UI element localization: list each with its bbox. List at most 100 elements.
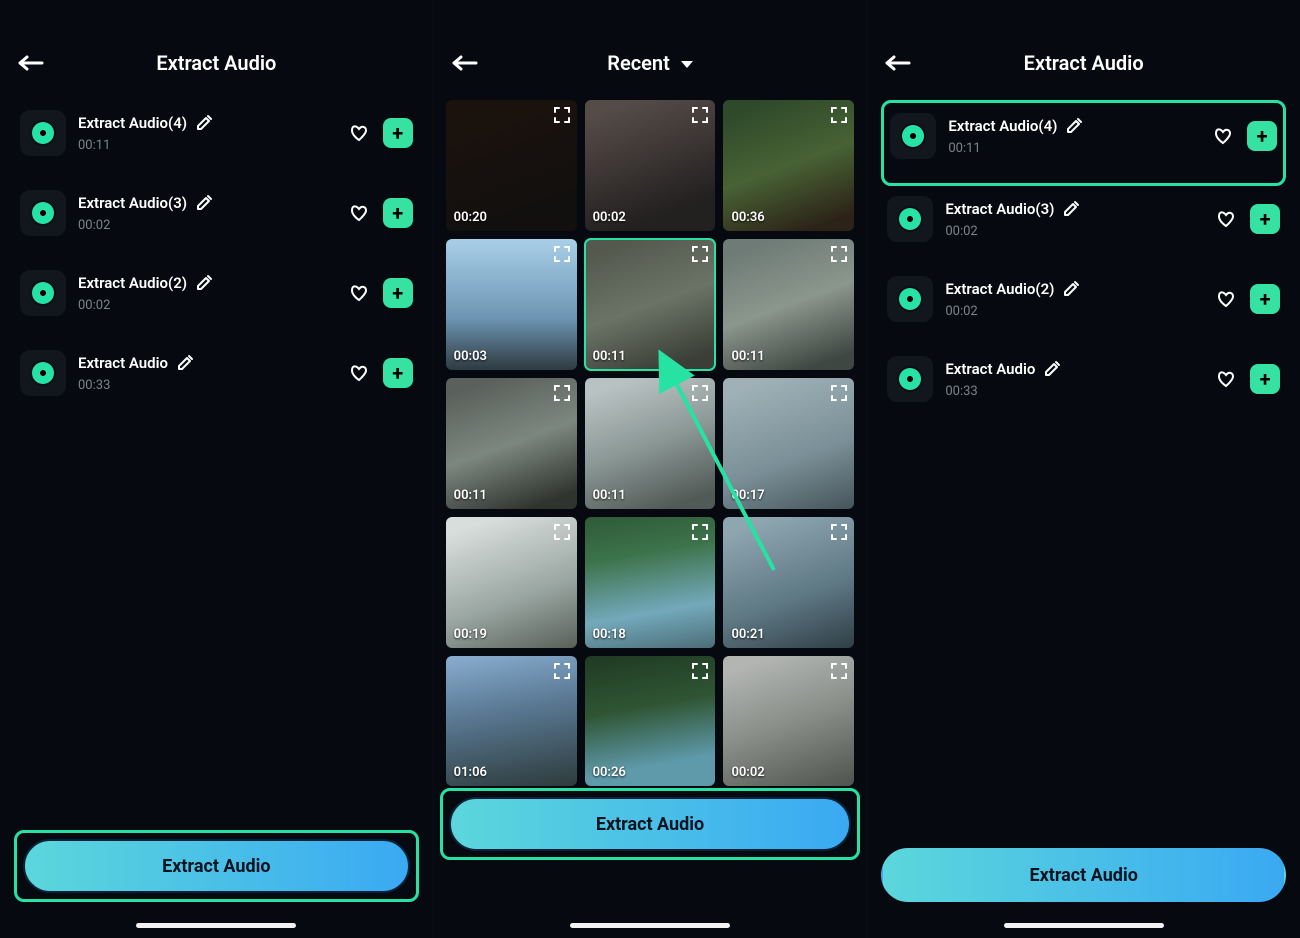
clip-duration: 00:02 <box>593 210 626 225</box>
audio-time: 00:02 <box>945 304 1204 319</box>
video-clip[interactable]: 00:02 <box>585 100 716 231</box>
video-clip[interactable]: 00:11 <box>585 239 716 370</box>
clip-duration: 00:18 <box>593 627 626 642</box>
audio-item[interactable]: Extract Audio(3) 00:02 + <box>881 186 1286 266</box>
back-arrow-icon <box>885 54 911 72</box>
back-button[interactable] <box>18 54 44 72</box>
edit-icon[interactable] <box>1062 280 1080 298</box>
favorite-icon[interactable] <box>1216 289 1236 309</box>
video-gallery[interactable]: 00:2000:0200:3600:0300:1100:1100:1100:11… <box>434 100 867 886</box>
clip-duration: 00:19 <box>454 627 487 642</box>
audio-time: 00:02 <box>78 218 337 233</box>
video-clip[interactable]: 00:02 <box>723 656 854 787</box>
favorite-icon[interactable] <box>349 203 369 223</box>
edit-icon[interactable] <box>195 114 213 132</box>
extract-audio-button[interactable]: Extract Audio <box>449 797 852 851</box>
favorite-icon[interactable] <box>349 363 369 383</box>
clip-duration: 00:20 <box>454 210 487 225</box>
audio-item[interactable]: Extract Audio 00:33 + <box>14 340 419 420</box>
clip-duration: 00:11 <box>731 349 764 364</box>
video-clip[interactable]: 00:19 <box>446 517 577 648</box>
disc-icon <box>899 368 921 390</box>
video-clip[interactable]: 00:11 <box>446 378 577 509</box>
audio-item-highlight[interactable]: Extract Audio(4) 00:11 + <box>881 100 1286 186</box>
expand-icon[interactable] <box>830 245 848 263</box>
extract-audio-button[interactable]: Extract Audio <box>23 839 410 893</box>
expand-icon[interactable] <box>553 523 571 541</box>
favorite-icon[interactable] <box>1216 209 1236 229</box>
add-button[interactable]: + <box>383 198 413 228</box>
add-button[interactable]: + <box>1250 284 1280 314</box>
video-clip[interactable]: 00:26 <box>585 656 716 787</box>
chevron-down-icon <box>681 61 693 68</box>
add-button[interactable]: + <box>383 278 413 308</box>
expand-icon[interactable] <box>691 106 709 124</box>
page-title: Extract Audio <box>1024 51 1144 75</box>
video-clip[interactable]: 00:11 <box>585 378 716 509</box>
expand-icon[interactable] <box>553 384 571 402</box>
header: Extract Audio <box>867 40 1300 86</box>
expand-icon[interactable] <box>691 384 709 402</box>
favorite-icon[interactable] <box>349 123 369 143</box>
edit-icon[interactable] <box>1043 360 1061 378</box>
add-button[interactable]: + <box>1250 364 1280 394</box>
favorite-icon[interactable] <box>349 283 369 303</box>
audio-item[interactable]: Extract Audio(2) 00:02 + <box>14 260 419 340</box>
expand-icon[interactable] <box>691 523 709 541</box>
disc-icon <box>899 288 921 310</box>
video-clip[interactable]: 00:36 <box>723 100 854 231</box>
clip-duration: 00:36 <box>731 210 764 225</box>
add-button[interactable]: + <box>383 118 413 148</box>
expand-icon[interactable] <box>830 662 848 680</box>
clip-duration: 00:11 <box>593 349 626 364</box>
disc-icon <box>32 362 54 384</box>
audio-time: 00:11 <box>78 138 337 153</box>
edit-icon[interactable] <box>1062 200 1080 218</box>
edit-icon[interactable] <box>195 274 213 292</box>
video-clip[interactable]: 01:06 <box>446 656 577 787</box>
audio-item[interactable]: Extract Audio 00:33 + <box>881 346 1286 426</box>
edit-icon[interactable] <box>195 194 213 212</box>
video-clip[interactable]: 00:03 <box>446 239 577 370</box>
favorite-icon[interactable] <box>1213 126 1233 146</box>
back-button[interactable] <box>885 54 911 72</box>
clip-duration: 00:17 <box>731 488 764 503</box>
audio-item[interactable]: Extract Audio(4) 00:11 + <box>14 100 419 180</box>
add-button[interactable]: + <box>1247 121 1277 151</box>
album-dropdown[interactable]: Recent <box>607 51 693 75</box>
page-title: Extract Audio <box>156 51 276 75</box>
expand-icon[interactable] <box>691 662 709 680</box>
add-button[interactable]: + <box>383 358 413 388</box>
expand-icon[interactable] <box>830 384 848 402</box>
audio-name: Extract Audio <box>945 360 1035 378</box>
expand-icon[interactable] <box>830 106 848 124</box>
add-button[interactable]: + <box>1250 204 1280 234</box>
audio-time: 00:02 <box>78 298 337 313</box>
expand-icon[interactable] <box>553 662 571 680</box>
expand-icon[interactable] <box>830 523 848 541</box>
audio-item[interactable]: Extract Audio(2) 00:02 + <box>881 266 1286 346</box>
video-clip[interactable]: 00:21 <box>723 517 854 648</box>
audio-time: 00:02 <box>945 224 1204 239</box>
expand-icon[interactable] <box>553 245 571 263</box>
clip-duration: 00:11 <box>454 488 487 503</box>
video-clip[interactable]: 00:20 <box>446 100 577 231</box>
back-button[interactable] <box>452 54 478 72</box>
disc-icon <box>32 282 54 304</box>
edit-icon[interactable] <box>176 354 194 372</box>
audio-item[interactable]: Extract Audio(3) 00:02 + <box>14 180 419 260</box>
extract-audio-button[interactable]: Extract Audio <box>881 848 1286 902</box>
favorite-icon[interactable] <box>1216 369 1236 389</box>
screen-right: Extract Audio Extract Audio(4) 00:11 + <box>866 0 1300 938</box>
audio-list: Extract Audio(4) 00:11 + Extract Audio(3… <box>867 100 1300 426</box>
edit-icon[interactable] <box>1065 117 1083 135</box>
header: Recent <box>434 40 867 86</box>
expand-icon[interactable] <box>553 106 571 124</box>
audio-name: Extract Audio(4) <box>948 117 1057 135</box>
expand-icon[interactable] <box>691 245 709 263</box>
video-clip[interactable]: 00:18 <box>585 517 716 648</box>
video-clip[interactable]: 00:17 <box>723 378 854 509</box>
clip-duration: 00:02 <box>731 765 764 780</box>
video-clip[interactable]: 00:11 <box>723 239 854 370</box>
album-title: Recent <box>607 51 670 75</box>
